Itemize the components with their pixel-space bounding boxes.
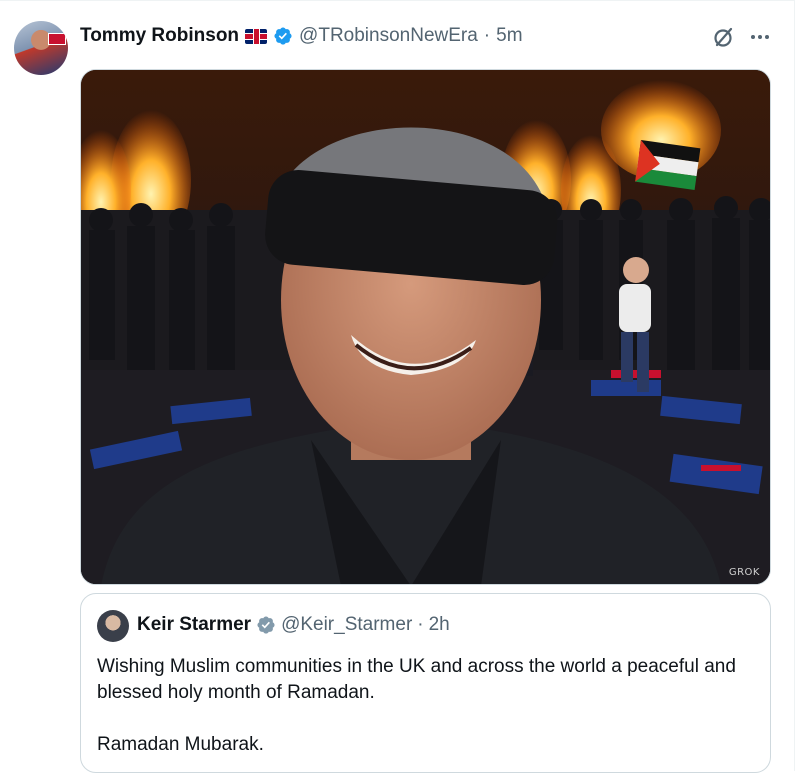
- quoted-author-handle[interactable]: @Keir_Starmer: [281, 614, 412, 636]
- author-avatar[interactable]: [14, 21, 68, 75]
- separator-dot: ·: [417, 614, 424, 635]
- verified-badge-icon[interactable]: [256, 615, 276, 635]
- quoted-tweet-header: Keir Starmer @Keir_Starmer · 2h: [137, 614, 450, 636]
- tweet-header: Tommy Robinson @TRobinsonNewEra · 5m: [80, 23, 523, 49]
- uk-flag-icon: [245, 28, 268, 44]
- tweet-time[interactable]: 5m: [496, 25, 522, 47]
- avatar-flag: [48, 33, 66, 45]
- author-handle[interactable]: @TRobinsonNewEra: [299, 25, 478, 47]
- grok-icon[interactable]: [712, 25, 736, 49]
- quoted-tweet[interactable]: Keir Starmer @Keir_Starmer · 2h Wishing …: [80, 593, 771, 773]
- separator-dot: ·: [483, 25, 491, 46]
- grok-watermark: GROK: [728, 567, 760, 578]
- tweet-media-image[interactable]: GROK: [80, 69, 771, 585]
- quoted-author-avatar[interactable]: [97, 610, 129, 642]
- tweet[interactable]: Tommy Robinson @TRobinsonNewEra · 5m GRO…: [0, 0, 795, 773]
- media-scene: [81, 70, 770, 584]
- quoted-tweet-line-1: Wishing Muslim communities in the UK and…: [97, 656, 736, 703]
- quoted-author-name[interactable]: Keir Starmer: [137, 614, 251, 636]
- author-name[interactable]: Tommy Robinson: [80, 25, 239, 47]
- quoted-tweet-text: Wishing Muslim communities in the UK and…: [97, 654, 757, 758]
- quoted-tweet-time[interactable]: 2h: [429, 614, 450, 636]
- quoted-tweet-line-2: Ramadan Mubarak.: [97, 734, 264, 755]
- more-icon[interactable]: [748, 25, 772, 49]
- verified-badge-icon[interactable]: [273, 26, 293, 46]
